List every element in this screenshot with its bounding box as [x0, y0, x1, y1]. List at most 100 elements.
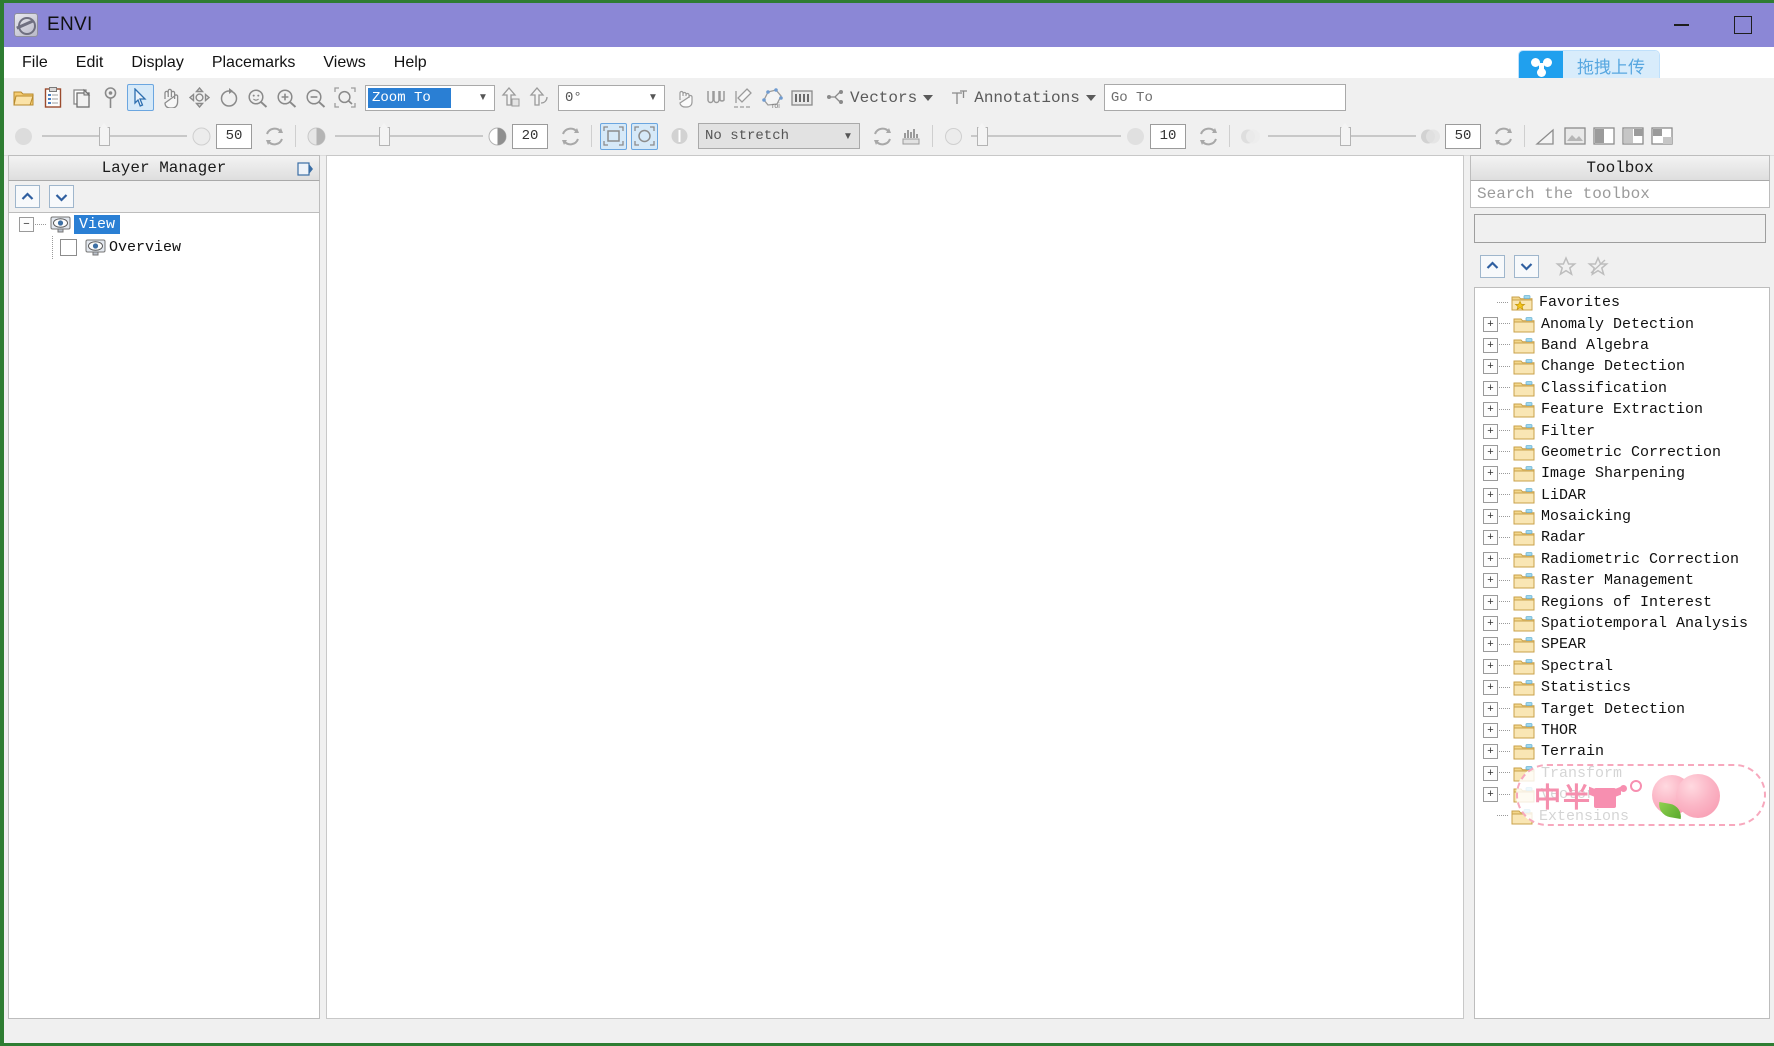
toolbox-item[interactable]: + LiDAR [1475, 485, 1769, 506]
zoom-out-icon[interactable] [303, 85, 328, 110]
toolbox-item[interactable]: + Regions of Interest [1475, 591, 1769, 612]
expand-expander-icon[interactable]: + [1483, 637, 1498, 653]
toolbox-tree[interactable]: Favorites + Anomaly Detection + Band Algebra… [1474, 287, 1770, 1019]
clipboard-icon[interactable] [40, 85, 65, 110]
zoom-to-combo[interactable]: Zoom To ▼ [365, 84, 495, 111]
contrast-reset-icon[interactable] [558, 124, 583, 149]
annotations-menu[interactable]: Annotations [949, 89, 1096, 107]
overview-visibility-checkbox[interactable] [60, 239, 77, 256]
portal-blend-icon[interactable] [631, 122, 658, 150]
toolbox-item[interactable]: + Filter [1475, 420, 1769, 441]
expand-expander-icon[interactable]: + [1483, 787, 1498, 803]
expand-expander-icon[interactable]: + [1483, 658, 1498, 674]
two-panel-view-icon[interactable] [1591, 124, 1616, 149]
fly-move-icon[interactable] [187, 85, 212, 110]
rotation-angle-combo[interactable]: 0° ▼ [558, 84, 665, 111]
rotate-icon[interactable] [216, 85, 241, 110]
north-up-icon[interactable] [497, 85, 522, 110]
toolbox-item[interactable]: + Statistics [1475, 677, 1769, 698]
menu-item-display[interactable]: Display [119, 52, 195, 74]
image-view-canvas[interactable] [326, 155, 1464, 1019]
expand-expander-icon[interactable]: + [1483, 423, 1498, 439]
maximize-button[interactable] [1712, 3, 1774, 47]
expand-expander-icon[interactable]: + [1483, 573, 1498, 589]
sharpen-value[interactable]: 10 [1150, 123, 1186, 149]
layer-tree-row-view[interactable]: − View [9, 213, 319, 236]
menu-item-help[interactable]: Help [382, 52, 439, 74]
zoom-full-icon[interactable] [245, 85, 270, 110]
star-add-icon[interactable] [1553, 254, 1579, 278]
toolbox-item[interactable]: Favorites [1475, 292, 1769, 313]
view-eye-icon[interactable] [50, 216, 71, 234]
expand-expander-icon[interactable]: + [1483, 723, 1498, 738]
menu-item-placemarks[interactable]: Placemarks [200, 52, 308, 74]
move-down-icon[interactable] [49, 185, 74, 208]
measure-icon[interactable] [1533, 124, 1558, 149]
pan-hand-icon[interactable] [158, 85, 183, 110]
toolbox-item[interactable]: + Classification [1475, 378, 1769, 399]
toolbox-item[interactable]: + Mosaicking [1475, 506, 1769, 527]
zoom-window-icon[interactable] [332, 85, 357, 110]
crosshair-cursor-icon[interactable] [673, 85, 698, 110]
expand-expander-icon[interactable]: + [1483, 487, 1498, 503]
expand-expander-icon[interactable]: + [1483, 530, 1498, 546]
roi-tool-icon[interactable]: roi [760, 85, 785, 110]
brightness-slider[interactable] [42, 122, 187, 148]
move-down-icon[interactable] [1514, 254, 1539, 278]
brightness-value[interactable]: 50 [216, 123, 252, 149]
toolbox-filter-box[interactable] [1474, 214, 1766, 243]
four-panel-view-icon[interactable] [1649, 124, 1674, 149]
pin-icon[interactable] [296, 159, 315, 178]
toolbox-search-input[interactable]: Search the toolbox [1470, 181, 1770, 208]
toolbox-item[interactable]: + THOR [1475, 720, 1769, 741]
histogram-icon[interactable] [899, 124, 924, 149]
contrast-value[interactable]: 20 [512, 123, 548, 149]
minimize-button[interactable] [1650, 3, 1712, 47]
toolbox-item[interactable]: + Radiometric Correction [1475, 549, 1769, 570]
layer-tree-row-overview[interactable]: Overview [9, 236, 319, 259]
transparency-value[interactable]: 50 [1445, 123, 1481, 149]
stretch-reset-icon[interactable] [870, 124, 895, 149]
star-remove-icon[interactable] [1585, 254, 1611, 278]
expand-expander-icon[interactable]: + [1483, 616, 1498, 632]
collapse-expander-icon[interactable]: − [19, 217, 34, 232]
expand-expander-icon[interactable]: + [1483, 744, 1498, 760]
stretch-type-combo[interactable]: No stretch ▼ [698, 123, 860, 149]
rotate-north-icon[interactable] [526, 85, 551, 110]
contrast-slider[interactable] [335, 122, 483, 148]
menu-item-edit[interactable]: Edit [64, 52, 116, 74]
sharpen-slider[interactable] [971, 122, 1121, 148]
placemark-pin-icon[interactable] [98, 85, 123, 110]
stretch-refresh-icon[interactable] [667, 124, 692, 149]
three-panel-view-icon[interactable] [1620, 124, 1645, 149]
move-up-icon[interactable] [1480, 254, 1505, 278]
view-eye-icon[interactable] [85, 239, 106, 257]
toolbox-item[interactable]: + Terrain [1475, 741, 1769, 762]
expand-expander-icon[interactable]: + [1483, 701, 1498, 717]
image-view-icon[interactable] [1562, 124, 1587, 149]
expand-expander-icon[interactable]: + [1483, 594, 1498, 610]
transparency-reset-icon[interactable] [1491, 124, 1516, 149]
toolbox-item[interactable]: + Band Algebra [1475, 335, 1769, 356]
toolbox-item[interactable]: + Radar [1475, 527, 1769, 548]
expand-expander-icon[interactable]: + [1483, 402, 1498, 418]
expand-expander-icon[interactable]: + [1483, 316, 1498, 332]
toolbox-item[interactable]: + Change Detection [1475, 356, 1769, 377]
toolbox-item[interactable]: + Spatiotemporal Analysis [1475, 613, 1769, 634]
transparency-slider[interactable] [1268, 122, 1416, 148]
open-file-icon[interactable] [11, 85, 36, 110]
zoom-in-icon[interactable] [274, 85, 299, 110]
toolbox-item[interactable]: + Target Detection [1475, 698, 1769, 719]
brightness-reset-icon[interactable] [262, 124, 287, 149]
menu-item-file[interactable]: File [10, 52, 60, 74]
select-arrow-icon[interactable] [127, 84, 154, 111]
toolbox-item[interactable]: + Raster Management [1475, 570, 1769, 591]
toolbox-item[interactable]: + SPEAR [1475, 634, 1769, 655]
transect-icon[interactable] [731, 85, 756, 110]
expand-expander-icon[interactable]: + [1483, 337, 1498, 353]
toolbox-item[interactable]: + Image Sharpening [1475, 463, 1769, 484]
expand-expander-icon[interactable]: + [1483, 551, 1498, 567]
expand-expander-icon[interactable]: + [1483, 380, 1498, 396]
expand-expander-icon[interactable]: + [1483, 466, 1498, 482]
menu-item-views[interactable]: Views [311, 52, 377, 74]
